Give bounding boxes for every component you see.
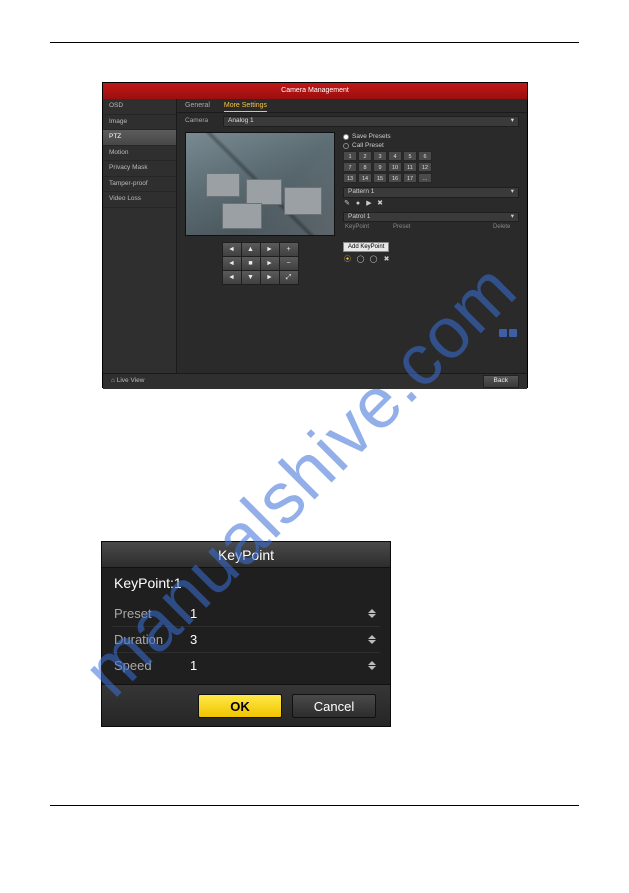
preset-cell[interactable]: ... bbox=[418, 173, 432, 183]
radio-dot-icon bbox=[343, 134, 349, 140]
info-icon[interactable] bbox=[499, 329, 507, 337]
sidebar: OSD Image PTZ Motion Privacy Mask Tamper… bbox=[103, 99, 177, 373]
preset-cell[interactable]: 11 bbox=[403, 162, 417, 172]
patrol-table-header: KeyPoint Preset Delete bbox=[343, 224, 519, 230]
row-duration: Duration 3 bbox=[112, 626, 380, 652]
ptz-btn[interactable]: ► bbox=[261, 243, 279, 256]
ptz-btn[interactable]: ◄ bbox=[223, 257, 241, 270]
preset-cell[interactable]: 15 bbox=[373, 173, 387, 183]
stop-icon[interactable]: ◯ bbox=[356, 255, 365, 264]
preset-cell[interactable]: 8 bbox=[358, 162, 372, 172]
keypoint-toolbar: ⦿ ◯ ◯ ✖ bbox=[343, 255, 519, 264]
chevron-down-icon: ▾ bbox=[511, 118, 514, 125]
preset-cell[interactable]: 9 bbox=[373, 162, 387, 172]
dialog-button-bar: OK Cancel bbox=[102, 684, 390, 726]
page-rule-bottom bbox=[50, 805, 579, 806]
preset-cell[interactable]: 16 bbox=[388, 173, 402, 183]
chevron-down-icon: ▾ bbox=[511, 189, 514, 196]
radio-save-presets[interactable]: Save Presets bbox=[343, 134, 519, 141]
ptz-btn[interactable]: ⤢ bbox=[280, 271, 298, 284]
cancel-button[interactable]: Cancel bbox=[292, 694, 376, 718]
sidebar-item-tamper-proof[interactable]: Tamper-proof bbox=[103, 177, 176, 193]
delete-icon[interactable]: ✖ bbox=[382, 255, 391, 264]
rec-icon[interactable]: ● bbox=[354, 200, 362, 208]
preset-stepper[interactable]: 1 bbox=[190, 606, 380, 621]
preset-cell[interactable]: 4 bbox=[388, 151, 402, 161]
speed-label: Speed bbox=[112, 658, 190, 673]
ptz-btn[interactable]: ▼ bbox=[242, 271, 260, 284]
ptz-btn[interactable]: − bbox=[280, 257, 298, 270]
info-icons bbox=[499, 329, 517, 337]
preset-cell[interactable]: 14 bbox=[358, 173, 372, 183]
sidebar-item-osd[interactable]: OSD bbox=[103, 99, 176, 115]
ptz-btn[interactable]: ► bbox=[261, 257, 279, 270]
preset-cell[interactable]: 10 bbox=[388, 162, 402, 172]
dialog-title: KeyPoint bbox=[102, 542, 390, 568]
page-rule-top bbox=[50, 42, 579, 43]
camera-select[interactable]: Analog 1 ▾ bbox=[223, 116, 519, 127]
tab-more-settings[interactable]: More Settings bbox=[224, 102, 267, 112]
step-up-icon[interactable] bbox=[368, 635, 376, 639]
ptz-btn[interactable]: ◄ bbox=[223, 271, 241, 284]
clear-icon[interactable]: ◯ bbox=[369, 255, 378, 264]
video-preview bbox=[185, 132, 335, 236]
step-down-icon[interactable] bbox=[368, 614, 376, 618]
ptz-btn[interactable]: + bbox=[280, 243, 298, 256]
preset-cell[interactable]: 6 bbox=[418, 151, 432, 161]
step-down-icon[interactable] bbox=[368, 666, 376, 670]
duration-label: Duration bbox=[112, 632, 190, 647]
tab-general[interactable]: General bbox=[185, 102, 210, 109]
camera-management-window: Camera Management OSD Image PTZ Motion P… bbox=[102, 82, 528, 388]
preset-cell[interactable]: 3 bbox=[373, 151, 387, 161]
preset-cell[interactable]: 2 bbox=[358, 151, 372, 161]
preset-cell[interactable]: 5 bbox=[403, 151, 417, 161]
play-icon[interactable]: ▶ bbox=[365, 200, 373, 208]
chevron-down-icon: ▾ bbox=[511, 214, 514, 221]
preset-label: Preset bbox=[112, 606, 190, 621]
step-up-icon[interactable] bbox=[368, 661, 376, 665]
ptz-btn[interactable]: ■ bbox=[242, 257, 260, 270]
preset-grid: 1 2 3 4 5 6 7 8 9 10 11 12 13 14 bbox=[343, 151, 519, 183]
speed-stepper[interactable]: 1 bbox=[190, 658, 380, 673]
ptz-btn[interactable]: ► bbox=[261, 271, 279, 284]
add-keypoint-button[interactable]: Add KeyPoint bbox=[343, 242, 389, 252]
clear-icon[interactable]: ✖ bbox=[376, 200, 384, 208]
pattern-toolbar: ✎ ● ▶ ✖ bbox=[343, 200, 519, 208]
ptz-control: ◄ ▲ ► + ◄ ■ ► − ◄ ▼ ► ⤢ bbox=[222, 242, 299, 285]
window-title: Camera Management bbox=[103, 83, 527, 99]
preset-cell[interactable]: 17 bbox=[403, 173, 417, 183]
back-button[interactable]: Back bbox=[483, 375, 519, 388]
ok-button[interactable]: OK bbox=[198, 694, 282, 718]
pattern-select[interactable]: Pattern 1 ▾ bbox=[343, 187, 519, 198]
duration-stepper[interactable]: 3 bbox=[190, 632, 380, 647]
preset-cell[interactable]: 12 bbox=[418, 162, 432, 172]
ptz-btn[interactable]: ◄ bbox=[223, 243, 241, 256]
sidebar-item-ptz[interactable]: PTZ bbox=[103, 130, 176, 146]
live-view-button[interactable]: ⌂ Live View bbox=[111, 378, 144, 385]
step-down-icon[interactable] bbox=[368, 640, 376, 644]
tab-bar: General More Settings bbox=[177, 99, 527, 113]
sidebar-item-video-loss[interactable]: Video Loss bbox=[103, 192, 176, 208]
row-preset: Preset 1 bbox=[112, 600, 380, 626]
preset-cell[interactable]: 1 bbox=[343, 151, 357, 161]
info-icon[interactable] bbox=[509, 329, 517, 337]
keypoint-dialog: KeyPoint KeyPoint:1 Preset 1 Duration 3 … bbox=[101, 541, 391, 727]
sidebar-item-image[interactable]: Image bbox=[103, 115, 176, 131]
row-speed: Speed 1 bbox=[112, 652, 380, 678]
keypoint-number: KeyPoint:1 bbox=[102, 568, 390, 598]
patrol-select[interactable]: Patrol 1 ▾ bbox=[343, 212, 519, 223]
step-up-icon[interactable] bbox=[368, 609, 376, 613]
preset-cell[interactable]: 13 bbox=[343, 173, 357, 183]
sidebar-item-motion[interactable]: Motion bbox=[103, 146, 176, 162]
preset-cell[interactable]: 7 bbox=[343, 162, 357, 172]
play-icon[interactable]: ⦿ bbox=[343, 255, 352, 264]
radio-dot-icon bbox=[343, 143, 349, 149]
camera-label: Camera bbox=[185, 118, 223, 125]
edit-icon[interactable]: ✎ bbox=[343, 200, 351, 208]
sidebar-item-privacy-mask[interactable]: Privacy Mask bbox=[103, 161, 176, 177]
ptz-btn[interactable]: ▲ bbox=[242, 243, 260, 256]
radio-call-preset[interactable]: Call Preset bbox=[343, 143, 519, 150]
